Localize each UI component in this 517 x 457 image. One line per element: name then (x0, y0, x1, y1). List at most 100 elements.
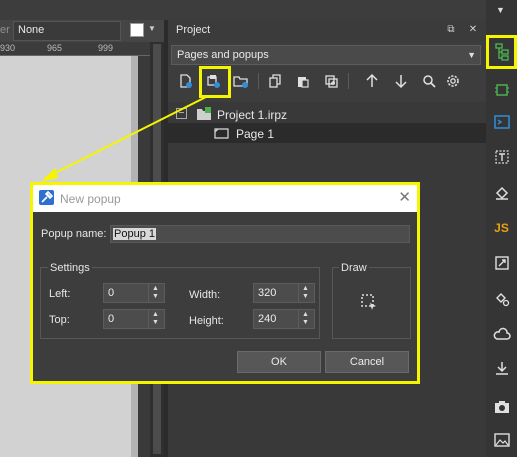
duplicate-icon (325, 75, 338, 88)
height-spinbox[interactable]: 240 ▲ ▼ (253, 309, 315, 329)
left-value: 0 (108, 287, 115, 299)
spin-up-icon[interactable]: ▲ (302, 285, 309, 292)
top-label: Top: (49, 314, 70, 326)
terminal-icon (493, 115, 510, 129)
download-button[interactable] (488, 356, 515, 380)
style-settings-button[interactable] (488, 287, 515, 311)
copy-icon (269, 74, 281, 88)
console-button[interactable] (488, 110, 515, 134)
ok-button[interactable]: OK (237, 351, 321, 373)
pages-mode-select[interactable]: Pages and popups ▼ (171, 45, 481, 65)
gear-icon (447, 75, 459, 87)
mode-select-value: Pages and popups (177, 49, 269, 61)
right-tool-strip: ▼ JS (486, 0, 517, 457)
top-value: 0 (108, 313, 115, 325)
paste-icon (298, 77, 309, 88)
popup-name-value: Popup 1 (113, 228, 156, 240)
copy-button[interactable] (264, 70, 286, 92)
panel-title: Project (176, 24, 211, 36)
top-spinbox[interactable]: 0 ▲ ▼ (103, 309, 165, 329)
chevron-down-icon: ▼ (467, 50, 476, 60)
tree-item-page[interactable]: Page 1 (168, 123, 486, 143)
highlight-new-popup (199, 66, 231, 98)
move-up-button[interactable] (361, 70, 383, 92)
new-popup-dialog: New popup ✕ Popup name: Popup 1 Settings… (33, 185, 417, 381)
cloud-button[interactable] (488, 322, 515, 346)
left-spinbox[interactable]: 0 ▲ ▼ (103, 283, 165, 303)
spin-down-icon[interactable]: ▼ (302, 293, 309, 300)
arrow-up-icon (366, 73, 378, 87)
float-panel-icon[interactable]: ⧉ (445, 24, 457, 36)
draw-label: Draw (339, 262, 369, 274)
text-frame-icon (494, 150, 509, 164)
new-folder-button[interactable] (230, 70, 252, 92)
tree-item-label: Page 1 (236, 127, 275, 141)
components-button[interactable] (488, 78, 515, 102)
duplicate-button[interactable] (320, 70, 342, 92)
panel-header: Project ⧉ ✕ (168, 20, 486, 40)
resize-icon (494, 256, 509, 270)
new-page-icon (180, 74, 192, 88)
search-button[interactable] (418, 70, 440, 92)
spin-down-icon[interactable]: ▼ (302, 319, 309, 326)
spin-up-icon[interactable]: ▲ (152, 311, 159, 318)
javascript-button[interactable]: JS (488, 216, 515, 240)
close-panel-icon[interactable]: ✕ (467, 24, 479, 36)
image-icon (493, 433, 510, 447)
ruler-tick-label: 930 (0, 43, 16, 53)
toolbar-separator (348, 73, 349, 89)
page-icon (214, 128, 229, 139)
project-tree-button[interactable] (486, 35, 517, 69)
ruler-tick-label: 965 (47, 43, 63, 53)
camera-icon (494, 401, 509, 413)
new-folder-icon (233, 76, 248, 88)
collapse-icon[interactable]: − (176, 108, 187, 119)
spin-down-icon[interactable]: ▼ (152, 293, 159, 300)
new-page-button[interactable] (174, 70, 196, 92)
left-toolbar: er None ▼ (0, 20, 165, 42)
cloud-icon (493, 327, 511, 340)
project-folder-icon (197, 107, 211, 120)
search-icon (423, 75, 436, 88)
settings-label: Settings (48, 262, 92, 274)
paint-settings-icon (495, 293, 509, 307)
tree-item-project[interactable]: − Project 1.irpz (168, 104, 486, 124)
popup-name-label: Popup name: (41, 228, 107, 240)
paint-bucket-icon (495, 186, 508, 200)
text-resources-button[interactable] (488, 145, 515, 169)
draw-rect-icon (361, 294, 376, 310)
swatch-dropdown-icon[interactable]: ▼ (148, 24, 156, 33)
spin-up-icon[interactable]: ▲ (302, 311, 309, 318)
arrow-down-icon (395, 75, 407, 89)
color-swatch[interactable] (130, 23, 144, 37)
top-strip (0, 0, 517, 20)
js-label: JS (494, 221, 509, 235)
move-down-button[interactable] (390, 70, 412, 92)
width-spinbox[interactable]: 320 ▲ ▼ (253, 283, 315, 303)
height-label: Height: (189, 315, 224, 327)
fill-combo[interactable]: None (13, 21, 121, 41)
paste-button[interactable] (292, 70, 314, 92)
cancel-button[interactable]: Cancel (325, 351, 409, 373)
screenshot-button[interactable] (488, 395, 515, 419)
spin-down-icon[interactable]: ▼ (152, 319, 159, 326)
chevron-down-icon[interactable]: ▼ (496, 5, 505, 15)
width-value: 320 (258, 287, 277, 299)
horizontal-ruler: 930 965 999 (0, 42, 150, 56)
dialog-title: New popup (60, 192, 121, 206)
draw-area-button[interactable] (359, 292, 379, 312)
width-label: Width: (189, 289, 221, 301)
download-icon (495, 362, 508, 375)
popup-name-input[interactable]: Popup 1 (110, 225, 410, 243)
left-label: Left: (49, 288, 71, 300)
styles-button[interactable] (488, 181, 515, 205)
image-button[interactable] (488, 428, 515, 452)
dialog-titlebar[interactable]: New popup ✕ (33, 185, 417, 212)
settings-button[interactable] (442, 70, 464, 92)
close-icon[interactable]: ✕ (398, 188, 411, 206)
chip-icon (494, 84, 509, 96)
tree-structure-icon (494, 43, 509, 61)
resize-button[interactable] (488, 251, 515, 275)
tree-item-label: Project 1.irpz (217, 108, 288, 122)
spin-up-icon[interactable]: ▲ (152, 285, 159, 292)
